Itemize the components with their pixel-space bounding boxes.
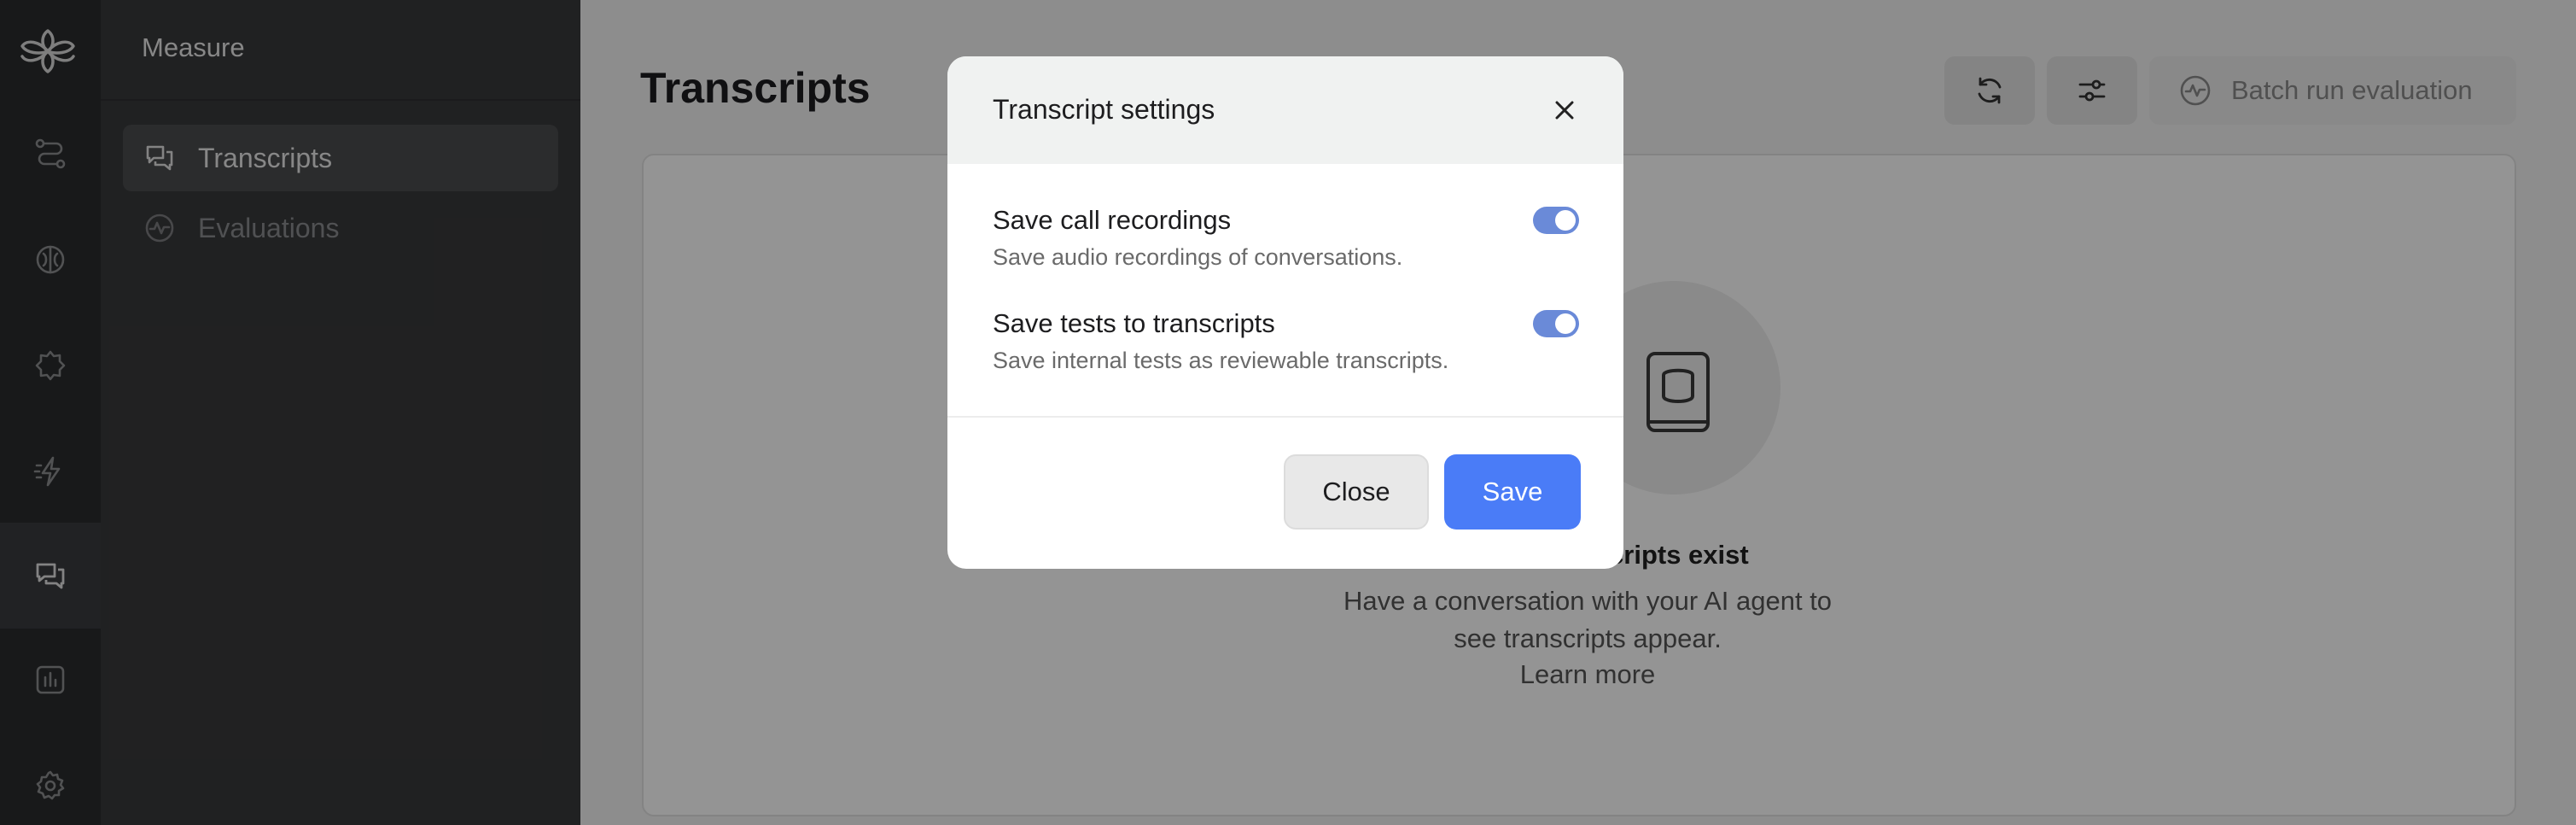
transcript-settings-modal: Transcript settings Save call recordings…	[947, 56, 1623, 569]
close-button[interactable]: Close	[1284, 454, 1429, 530]
setting-description-tests-to-transcripts: Save internal tests as reviewable transc…	[993, 348, 1449, 373]
toggle-save-tests-to-transcripts[interactable]	[1533, 310, 1579, 337]
toggle-save-call-recordings[interactable]	[1533, 207, 1579, 234]
modal-title: Transcript settings	[993, 94, 1215, 125]
modal-close-button[interactable]	[1545, 91, 1584, 130]
modal-header: Transcript settings	[947, 56, 1623, 164]
toggle-knob	[1555, 210, 1576, 231]
setting-label-call-recordings: Save call recordings	[993, 205, 1232, 235]
setting-description-call-recordings: Save audio recordings of conversations.	[993, 244, 1403, 270]
toggle-knob	[1555, 313, 1576, 334]
modal-divider	[947, 416, 1623, 418]
setting-label-tests-to-transcripts: Save tests to transcripts	[993, 308, 1275, 338]
save-button[interactable]: Save	[1444, 454, 1581, 530]
close-icon	[1555, 101, 1574, 120]
